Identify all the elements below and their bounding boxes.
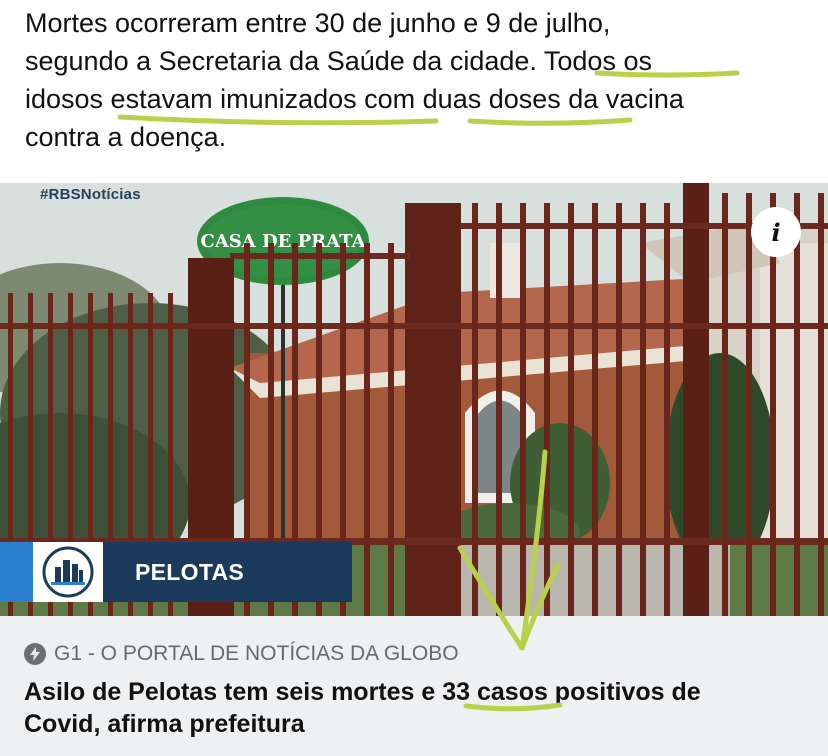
fence-bar: [746, 193, 752, 616]
fence-bar: [722, 193, 728, 616]
caption-line-4: contra a doença.: [25, 122, 227, 152]
fence-bar: [664, 203, 670, 616]
fence-bar: [568, 203, 574, 616]
city-name: PELOTAS: [103, 542, 352, 602]
headline-line-1: Asilo de Pelotas tem seis mortes e 33 ca…: [24, 678, 701, 706]
link-preview-card[interactable]: G1 - O PORTAL DE NOTÍCIAS DA GLOBO Asilo…: [0, 616, 828, 756]
info-icon[interactable]: i: [751, 207, 801, 257]
lightning-icon: [24, 643, 46, 665]
fence-bar: [640, 203, 646, 616]
article-headline[interactable]: Asilo de Pelotas tem seis mortes e 33 ca…: [24, 676, 804, 740]
fence-bar: [616, 203, 622, 616]
city-logo: [33, 542, 103, 602]
post-caption: Mortes ocorreram entre 30 de junho e 9 d…: [25, 4, 815, 156]
channel-watermark: #RBSNotícias: [40, 186, 141, 203]
banner-accent-strip: [0, 542, 33, 602]
fence-bar: [388, 243, 394, 616]
headline-line-2: Covid, afirma prefeitura: [24, 710, 305, 738]
fence-bar: [544, 203, 550, 616]
caption-line-1: Mortes ocorreram entre 30 de junho e 9 d…: [25, 8, 611, 38]
source-row: G1 - O PORTAL DE NOTÍCIAS DA GLOBO: [24, 642, 459, 666]
source-name: G1 - O PORTAL DE NOTÍCIAS DA GLOBO: [54, 642, 459, 665]
fence-bar: [794, 193, 800, 616]
fence-bar: [496, 203, 502, 616]
caption-line-3: idosos estavam imunizados com duas doses…: [25, 84, 684, 114]
fence-bar: [592, 203, 598, 616]
caption-line-2: segundo a Secretaria da Saúde da cidade.…: [25, 46, 652, 76]
fence-bar: [472, 203, 478, 616]
fence-bar: [364, 243, 370, 616]
fence-bar: [520, 203, 526, 616]
fence-bar: [818, 193, 824, 616]
city-skyline-icon: [42, 546, 94, 598]
city-banner: PELOTAS: [0, 542, 352, 602]
